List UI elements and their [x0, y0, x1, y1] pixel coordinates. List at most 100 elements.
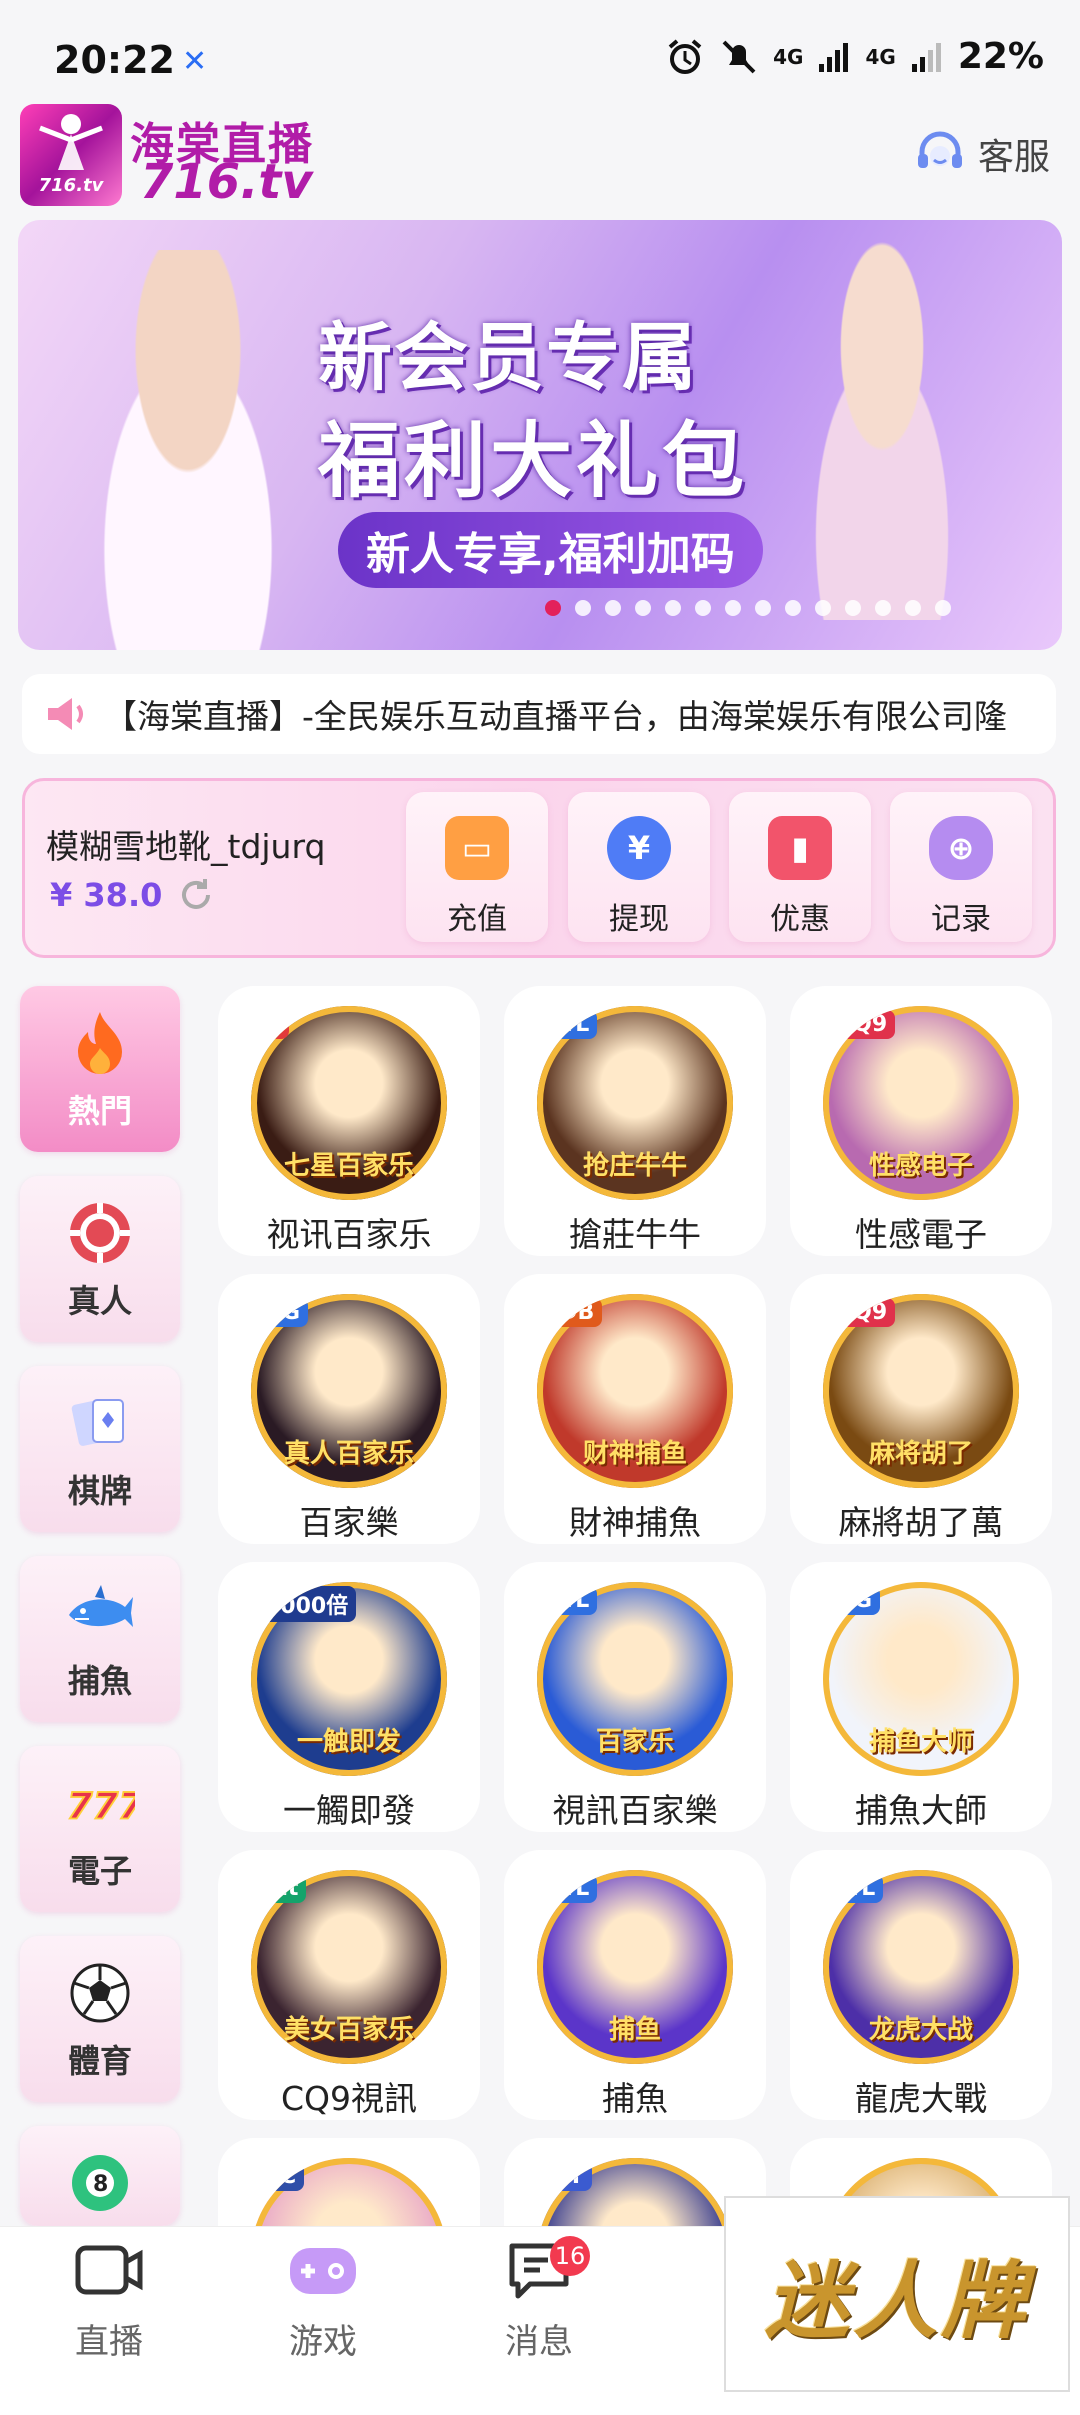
- pagination-dot[interactable]: [695, 600, 711, 616]
- category-sports[interactable]: 體育: [20, 1936, 180, 2102]
- game-thumbnail: JDB 财神捕鱼: [537, 1294, 733, 1488]
- category-board[interactable]: 棋牌: [20, 1366, 180, 1532]
- recharge-button[interactable]: ▭ 充值: [406, 792, 548, 942]
- game-thumbnail: WL 捕鱼: [537, 1870, 733, 2064]
- game-card[interactable]: AG 捕鱼大师捕魚大師: [790, 1562, 1052, 1832]
- game-thumbnail: AG 捕鱼大师: [823, 1582, 1019, 1776]
- provider-badge: CQ9: [829, 1298, 896, 1327]
- game-label: 捕魚大師: [855, 1791, 987, 1830]
- game-card[interactable]: AG 真人百家乐 百家樂: [218, 1274, 480, 1544]
- banner-headline-2: 福利大礼包: [318, 414, 749, 509]
- game-thumbnail: S 七星百家乐: [251, 1006, 447, 1200]
- pagination-dot[interactable]: [575, 600, 591, 616]
- cards-icon: [65, 1388, 135, 1458]
- fire-icon: [65, 1008, 135, 1078]
- pagination-dot[interactable]: [845, 600, 861, 616]
- category-live[interactable]: 真人: [20, 1176, 180, 1342]
- game-thumbnail-caption: 龙虎大战: [868, 2015, 973, 2045]
- provider-badge: AG: [257, 1298, 309, 1327]
- game-label: 视讯百家乐: [266, 1215, 432, 1254]
- game-label: 麻將胡了萬: [838, 1503, 1004, 1542]
- pagination-dot[interactable]: [905, 600, 921, 616]
- pagination-dot[interactable]: [665, 600, 681, 616]
- status-time: 20:22: [54, 38, 175, 82]
- game-card[interactable]: WL 抢庄牛牛搶莊牛牛: [504, 986, 766, 1256]
- promo-banner[interactable]: 新会员专属 福利大礼包 新人专享,福利加码: [18, 220, 1062, 650]
- category-label: 真人: [67, 1282, 132, 1320]
- category-slots[interactable]: 777 電子: [20, 1746, 180, 1912]
- user-balance: ¥ 38.0: [50, 876, 214, 914]
- game-card[interactable]: WL 捕鱼 捕魚: [504, 1850, 766, 2120]
- network-label-1: 4G: [773, 44, 804, 69]
- game-label: 財神捕魚: [569, 1503, 701, 1542]
- tab-label: 直播: [75, 2322, 143, 2362]
- tab-messages[interactable]: 16 消息: [454, 2236, 624, 2363]
- pagination-dot[interactable]: [545, 600, 561, 616]
- pagination-dot[interactable]: [605, 600, 621, 616]
- provider-badge: WL: [543, 1010, 598, 1039]
- slot-777-icon: 777: [65, 1768, 135, 1838]
- game-label: 搶莊牛牛: [569, 1215, 701, 1254]
- game-thumbnail-caption: 麻将胡了: [868, 1439, 973, 1469]
- tab-label: 消息: [505, 2322, 573, 2362]
- pagination-dot[interactable]: [875, 600, 891, 616]
- mute-icon: [722, 40, 756, 73]
- pagination-dot[interactable]: [785, 600, 801, 616]
- game-card[interactable]: 7000倍 一触即发 一觸即發: [218, 1562, 480, 1832]
- game-card[interactable]: JDB 财神捕鱼財神捕魚: [504, 1274, 766, 1544]
- game-label: CQ9視訊: [280, 2079, 417, 2118]
- svg-text:8: 8: [93, 2172, 108, 2197]
- pagination-dot[interactable]: [935, 600, 951, 616]
- wallet-icon: ▭: [445, 816, 509, 880]
- provider-badge: FC: [257, 2162, 305, 2191]
- game-card[interactable]: WL 龙虎大战 龍虎大戰: [790, 1850, 1052, 2120]
- game-thumbnail: WL 抢庄牛牛: [537, 1006, 733, 1200]
- provider-badge: mt: [257, 1874, 307, 1903]
- tab-games[interactable]: 游戏: [238, 2240, 408, 2363]
- balance-amount: ¥ 38.0: [50, 876, 163, 914]
- records-button[interactable]: ⊕ 记录: [890, 792, 1032, 942]
- pagination-dot[interactable]: [635, 600, 651, 616]
- provider-badge: JDB: [543, 1298, 603, 1327]
- category-label: 體育: [67, 2042, 132, 2080]
- withdraw-label: 提现: [609, 902, 669, 937]
- announcement-marquee[interactable]: 【海棠直播】-全民娱乐互动直播平台，由海棠娱乐有限公司隆: [22, 674, 1056, 754]
- category-fishing[interactable]: 捕魚: [20, 1556, 180, 1722]
- game-thumbnail-caption: 抢庄牛牛: [582, 1151, 687, 1181]
- ad-overlay[interactable]: 迷人牌: [724, 2196, 1070, 2392]
- provider-badge: S: [257, 1010, 289, 1039]
- svg-text:777: 777: [67, 1785, 135, 1828]
- poker-chip-icon: [65, 1198, 135, 1268]
- provider-badge: WL: [829, 1874, 884, 1903]
- category-hot[interactable]: 熱門: [20, 986, 180, 1152]
- promotions-label: 优惠: [770, 902, 830, 937]
- refresh-icon[interactable]: [178, 877, 214, 913]
- pagination-dot[interactable]: [725, 600, 741, 616]
- user-name: 模糊雪地靴_tdjurq: [46, 827, 326, 866]
- withdraw-button[interactable]: ¥ 提现: [568, 792, 710, 942]
- banner-headline-1: 新会员专属: [318, 315, 698, 401]
- provider-badge: CQ9: [829, 1010, 896, 1039]
- brand-domain: 716.tv: [140, 154, 313, 210]
- recharge-label: 充值: [447, 902, 507, 937]
- category-lottery[interactable]: 8: [20, 2126, 180, 2226]
- game-thumbnail: 7000倍 一触即发: [251, 1582, 447, 1776]
- game-card[interactable]: S 七星百家乐视讯百家乐: [218, 986, 480, 1256]
- banner-model-right: [772, 240, 992, 620]
- pagination-dot[interactable]: [755, 600, 771, 616]
- pagination-dot[interactable]: [815, 600, 831, 616]
- game-card[interactable]: CQ9 性感电子 性感電子: [790, 986, 1052, 1256]
- game-card[interactable]: mt 美女百家乐 CQ9視訊: [218, 1850, 480, 2120]
- promotions-button[interactable]: ▮ 优惠: [729, 792, 871, 942]
- game-card[interactable]: CQ9 麻将胡了麻將胡了萬: [790, 1274, 1052, 1544]
- category-label: 電子: [67, 1852, 132, 1890]
- game-thumbnail-caption: 百家乐: [595, 1727, 674, 1757]
- game-thumbnail-caption: 财神捕鱼: [582, 1439, 687, 1469]
- game-card[interactable]: WL 百家乐 視訊百家樂: [504, 1562, 766, 1832]
- customer-service-button[interactable]: 客服: [914, 128, 1050, 180]
- banner-pagination[interactable]: [545, 600, 951, 616]
- banner-model-left: [58, 250, 318, 650]
- x-app-icon: ✕: [182, 44, 208, 79]
- tab-live[interactable]: 直播: [24, 2240, 194, 2363]
- logo-text: 716.tv: [38, 175, 104, 196]
